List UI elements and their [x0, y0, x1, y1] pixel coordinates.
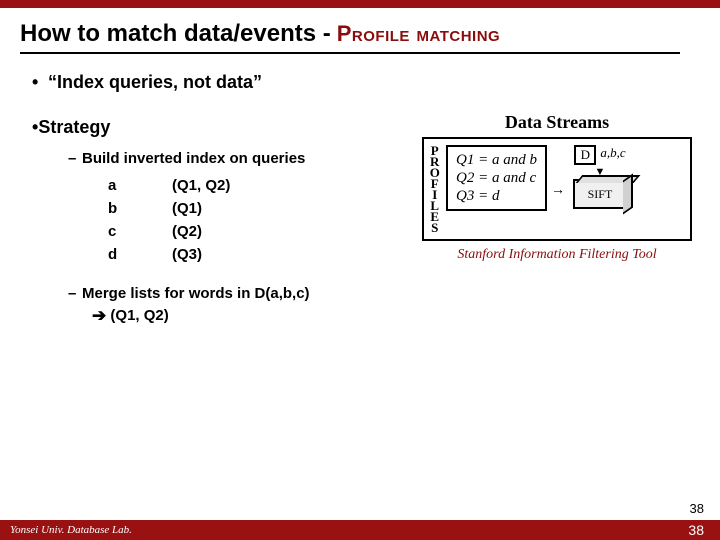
d-box: D — [574, 145, 596, 165]
top-accent-bar — [0, 0, 720, 8]
figure-title: Data Streams — [422, 112, 692, 133]
arrow-right-icon: ➔ — [92, 306, 106, 326]
q2: Q2 = a and c — [456, 169, 537, 187]
bullet-strategy-text: Strategy — [38, 117, 110, 137]
val: (Q2) — [172, 223, 202, 240]
footer: 38 Yonsei Univ. Database Lab. 38 — [0, 520, 720, 540]
content-area: •“Index queries, not data” •Strategy –Bu… — [0, 54, 720, 326]
abc-label: a,b,c — [600, 145, 625, 161]
arrow-icon: → — [551, 185, 565, 193]
val: (Q1, Q2) — [172, 177, 230, 194]
merge-result-text: (Q1, Q2) — [110, 307, 168, 324]
figure-caption: Stanford Information Filtering Tool — [422, 247, 692, 263]
key: d — [108, 246, 132, 263]
sub-merge-text: Merge lists for words in D(a,b,c) — [82, 285, 310, 302]
bullet-index: •“Index queries, not data” — [32, 72, 696, 93]
q1: Q1 = a and b — [456, 151, 537, 169]
val: (Q1) — [172, 200, 202, 217]
page-number: 38 — [690, 501, 704, 516]
queries-box: Q1 = a and b Q2 = a and c Q3 = d — [446, 145, 547, 211]
sub-build-text: Build inverted index on queries — [82, 150, 305, 167]
val: (Q3) — [172, 246, 202, 263]
page-number-overlay: 38 — [688, 522, 704, 538]
profiles-label: PROFILES — [428, 145, 442, 233]
merge-result: ➔ (Q1, Q2) — [92, 306, 696, 326]
key: b — [108, 200, 132, 217]
sift-cube: SIFT — [573, 179, 627, 209]
sub-merge: –Merge lists for words in D(a,b,c) — [68, 285, 696, 302]
figure-right: D a,b,c ▼ SIFT — [573, 145, 627, 233]
key: c — [108, 223, 132, 240]
footer-bar: Yonsei Univ. Database Lab. — [0, 520, 720, 540]
slide-title: How to match data/events - Profile match… — [0, 8, 720, 52]
footer-lab: Yonsei Univ. Database Lab. — [10, 524, 132, 536]
figure-box: PROFILES Q1 = a and b Q2 = a and c Q3 = … — [422, 137, 692, 241]
q3: Q3 = d — [456, 187, 537, 205]
key: a — [108, 177, 132, 194]
bullet-index-text: “Index queries, not data” — [48, 72, 262, 92]
title-main: How to match data/events - — [20, 20, 331, 48]
title-sub: Profile matching — [337, 21, 501, 47]
figure: Data Streams PROFILES Q1 = a and b Q2 = … — [422, 112, 692, 263]
